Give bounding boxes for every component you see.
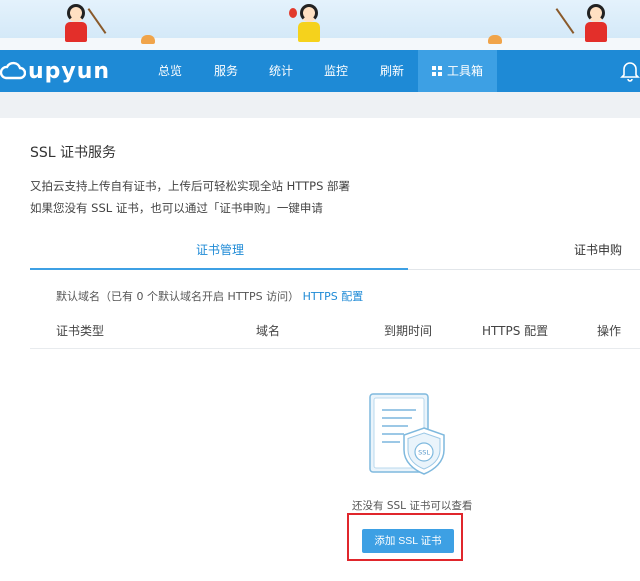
banner-kid-right [582,4,610,46]
https-config-link[interactable]: HTTPS 配置 [303,290,364,303]
certificate-document-icon: SSL [369,393,445,475]
grid-icon [432,66,442,76]
add-ssl-certificate-button[interactable]: 添加 SSL 证书 [362,529,454,553]
banner-firecracker-pole [87,8,107,34]
empty-state-message: 还没有 SSL 证书可以查看 [352,500,473,512]
nav-item-statistics[interactable]: 统计 [269,50,293,92]
upyun-logo[interactable]: upyun [0,58,110,84]
nav-item-overview[interactable]: 总览 [158,50,182,92]
ssl-badge-label: SSL [418,449,430,457]
bell-icon[interactable] [620,60,640,82]
banner-cake [488,35,502,44]
banner-kid-center [295,4,323,46]
nav-item-services[interactable]: 服务 [214,50,238,92]
nav-item-toolbox-label: 工具箱 [447,64,484,78]
page-description: 如果您没有 SSL 证书，也可以通过「证书申购」一键申请 [30,201,323,215]
banner-firecracker-pole [555,8,575,34]
nav-item-monitoring[interactable]: 监控 [324,50,348,92]
column-header-expiry: 到期时间 [384,324,433,338]
nav-item-refresh[interactable]: 刷新 [380,50,404,92]
column-header-https-config: HTTPS 配置 [482,324,549,338]
tab-certificate-purchase[interactable]: 证书申购 [574,241,622,258]
festive-banner [0,0,640,50]
column-header-actions: 操作 [597,324,622,338]
column-header-cert-type: 证书类型 [56,324,105,338]
tab-active-indicator [30,268,408,270]
column-header-domain: 域名 [256,324,281,338]
page-title: SSL 证书服务 [30,145,117,161]
tab-certificate-management[interactable]: 证书管理 [196,241,244,258]
table-header-divider [30,348,640,349]
banner-cake [141,35,155,44]
default-domain-row: 默认域名（已有 0 个默认域名开启 HTTPS 访问） HTTPS 配置 [56,288,363,304]
page-description: 又拍云支持上传自有证书，上传后可轻松实现全站 HTTPS 部署 [30,179,351,193]
default-domain-text: 默认域名（已有 0 个默认域名开启 HTTPS 访问） [56,290,300,303]
nav-item-toolbox[interactable]: 工具箱 [418,50,498,92]
logo-text: upyun [28,58,111,84]
banner-kid-left [62,4,90,46]
top-navbar: upyun 总览 服务 统计 监控 刷新 工具箱 [0,50,640,92]
cloud-icon [0,61,26,80]
subheader-band [0,92,640,118]
